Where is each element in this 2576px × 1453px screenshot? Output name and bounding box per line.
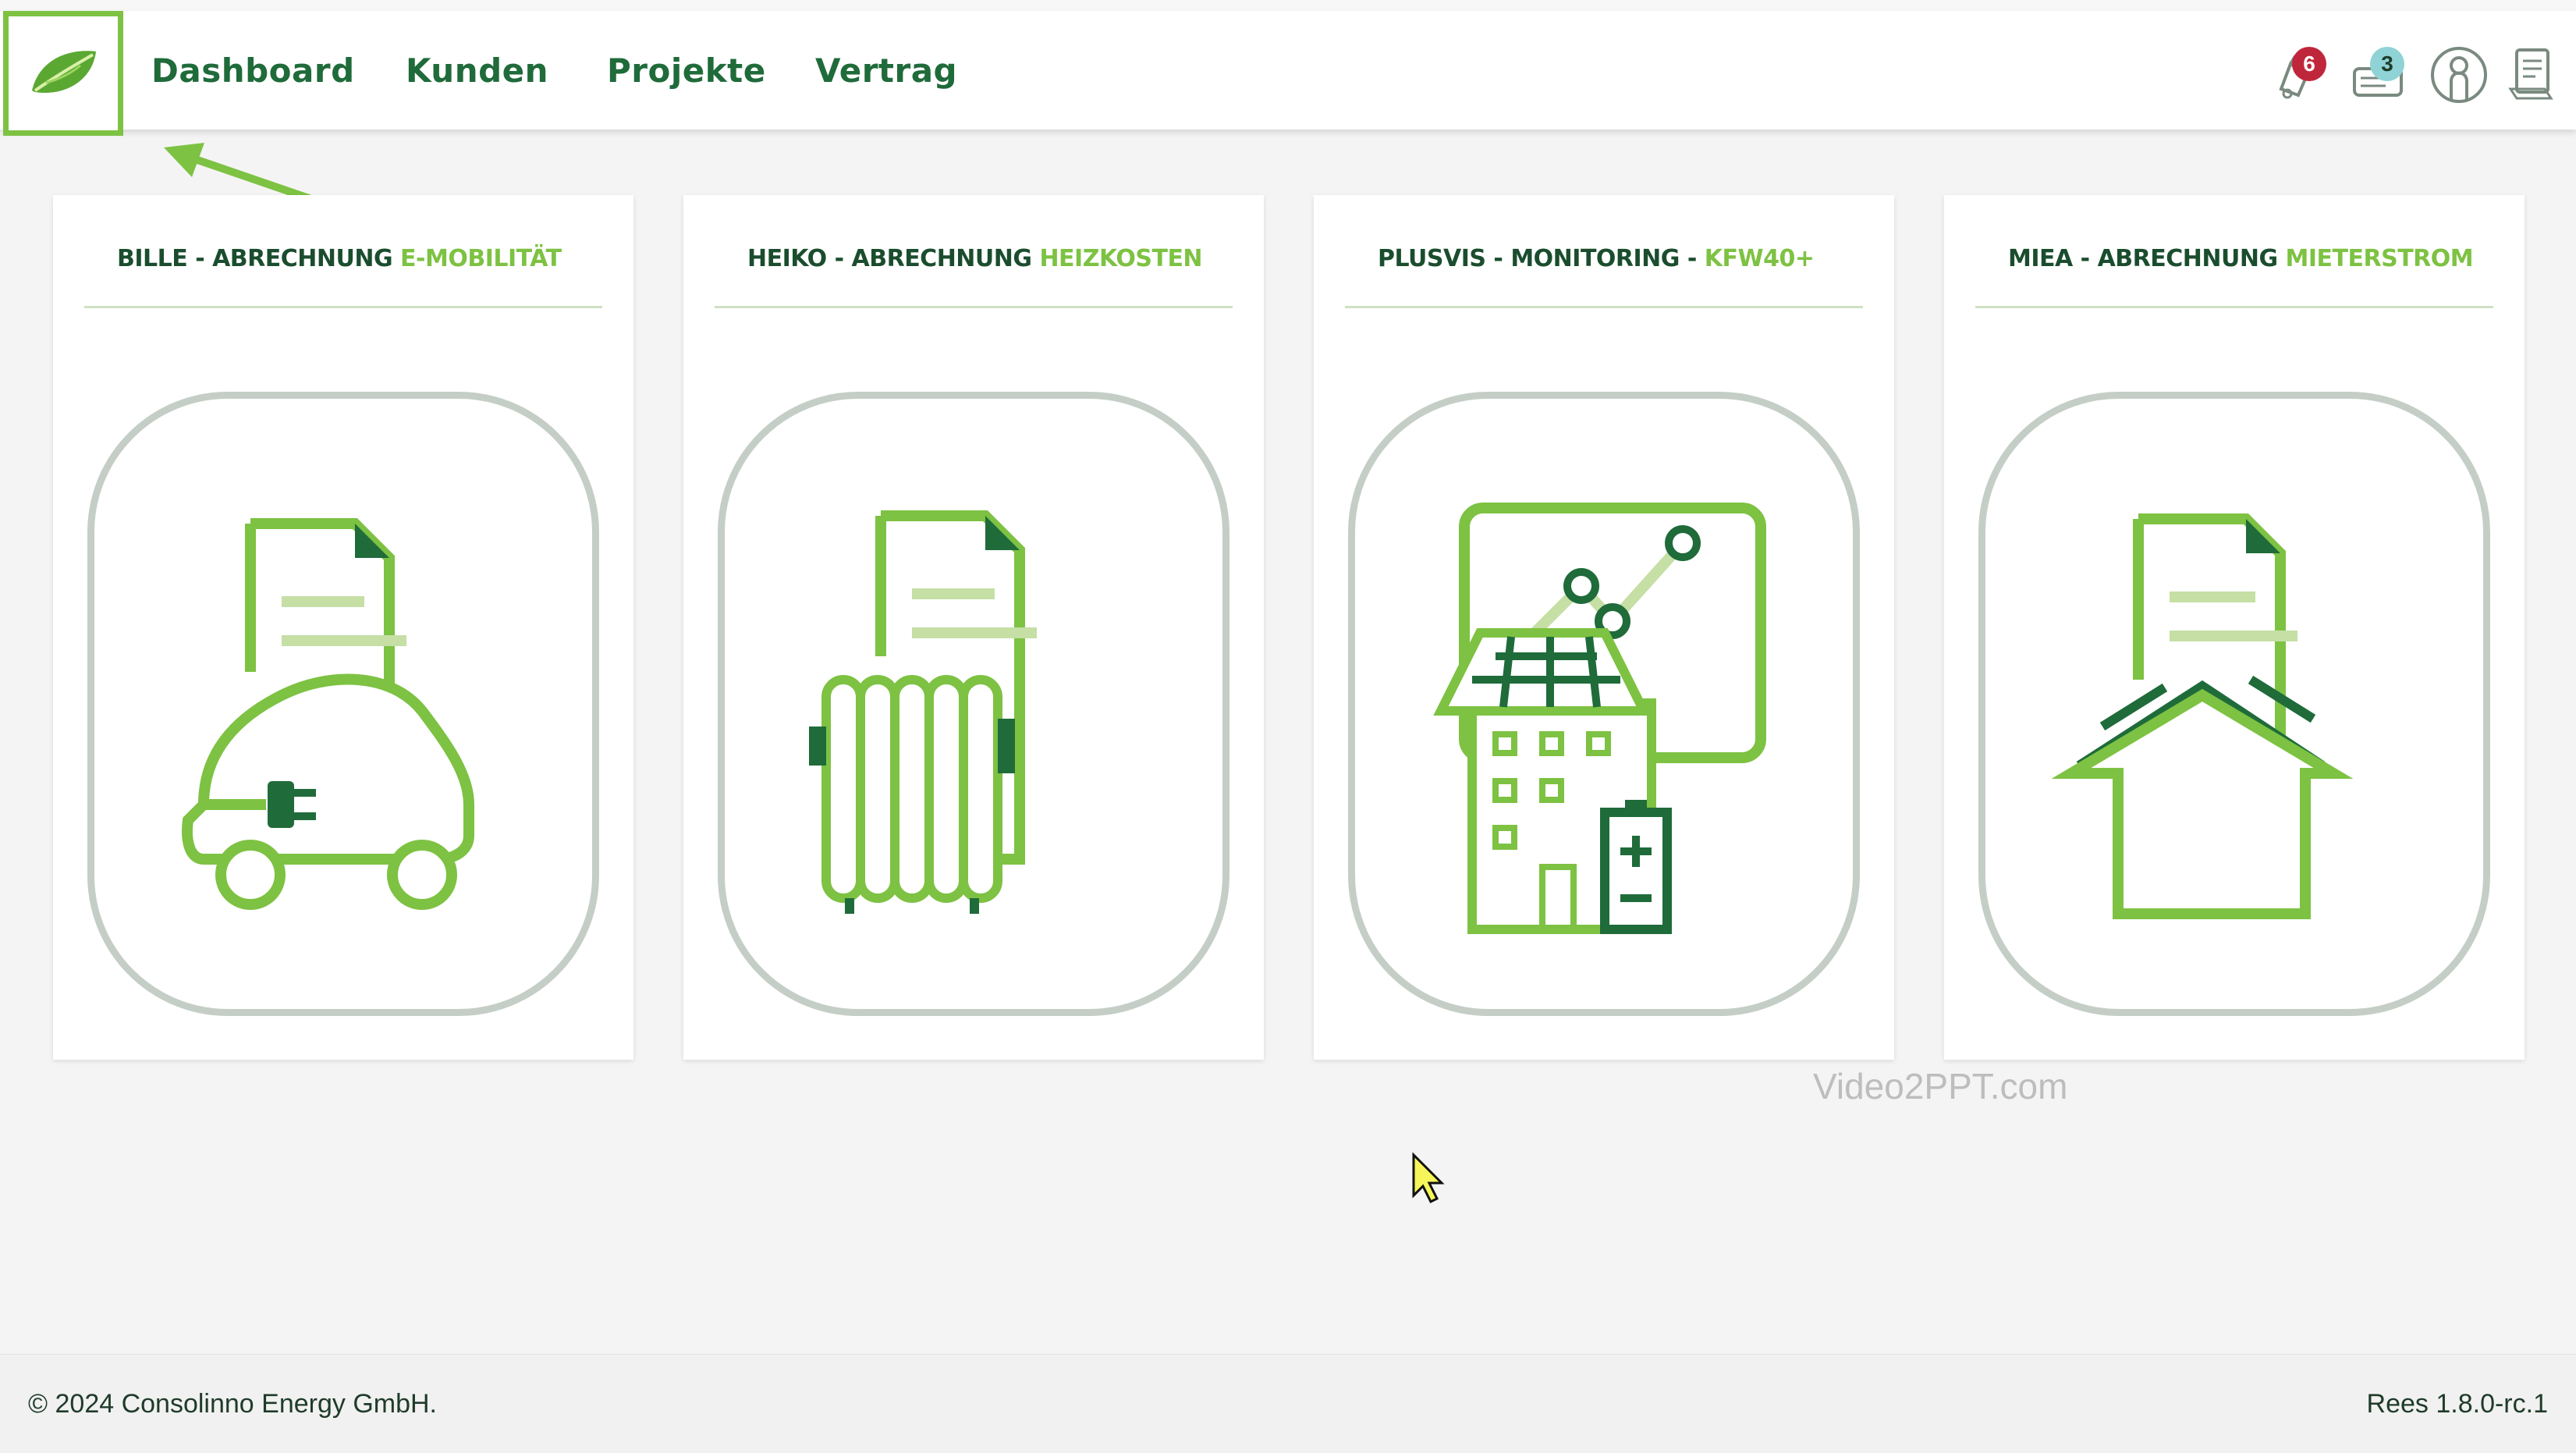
card-illustration [87, 392, 599, 1016]
notifications-button[interactable]: 6 [2267, 42, 2329, 108]
documents-button[interactable] [2506, 42, 2560, 112]
card-plusvis-monitoring[interactable]: PLUSVIS - MONITORING - KFW40+ [1314, 195, 1894, 1060]
solar-house-monitoring-icon [1433, 503, 1766, 934]
card-divider [84, 306, 602, 308]
tickets-badge: 3 [2370, 47, 2404, 81]
card-divider [1975, 306, 2493, 308]
card-divider [1345, 306, 1863, 308]
card-miea-mieterstrom[interactable]: MIEA - ABRECHNUNG MIETERSTROM [1944, 195, 2525, 1060]
user-icon [2431, 47, 2487, 103]
watermark: Video2PPT.com [1813, 1066, 2068, 1107]
nav-projekte[interactable]: Projekte [607, 52, 766, 90]
notifications-badge: 6 [2292, 47, 2326, 81]
ev-charging-invoice-icon [182, 518, 474, 910]
card-title: HEIKO - ABRECHNUNG HEIZKOSTEN [747, 245, 1203, 272]
card-illustration [1348, 392, 1860, 1016]
nav-kunden[interactable]: Kunden [406, 52, 548, 90]
footer-copyright: © 2024 Consolinno Energy GmbH. [28, 1389, 437, 1419]
house-invoice-icon [2051, 513, 2354, 919]
profile-button[interactable] [2428, 42, 2490, 112]
document-icon [2508, 48, 2553, 100]
nav-vertrag[interactable]: Vertrag [815, 52, 957, 90]
card-heiko-heizkosten[interactable]: HEIKO - ABRECHNUNG HEIZKOSTEN [683, 195, 1264, 1060]
card-divider [715, 306, 1233, 308]
card-bille-e-mobilitaet[interactable]: BILLE - ABRECHNUNG E-MOBILITÄT [53, 195, 633, 1060]
home-logo-button[interactable] [3, 11, 123, 136]
radiator-invoice-icon [809, 510, 1037, 914]
leaf-logo-icon [32, 51, 96, 93]
footer: © 2024 Consolinno Energy GmbH. Rees 1.8.… [0, 1354, 2576, 1453]
card-illustration [718, 392, 1229, 1016]
footer-version: Rees 1.8.0-rc.1 [2366, 1389, 2548, 1419]
card-title: PLUSVIS - MONITORING - KFW40+ [1378, 245, 1815, 272]
top-strip [0, 0, 2576, 12]
top-navbar: Dashboard Kunden Projekte Vertrag 6 3 [0, 11, 2576, 136]
nav-dashboard[interactable]: Dashboard [151, 52, 355, 90]
tickets-button[interactable]: 3 [2348, 42, 2411, 108]
mouse-cursor-icon [1412, 1152, 1445, 1204]
card-title: BILLE - ABRECHNUNG E-MOBILITÄT [117, 245, 562, 272]
card-illustration [1978, 392, 2490, 1016]
card-title: MIEA - ABRECHNUNG MIETERSTROM [2008, 245, 2474, 272]
